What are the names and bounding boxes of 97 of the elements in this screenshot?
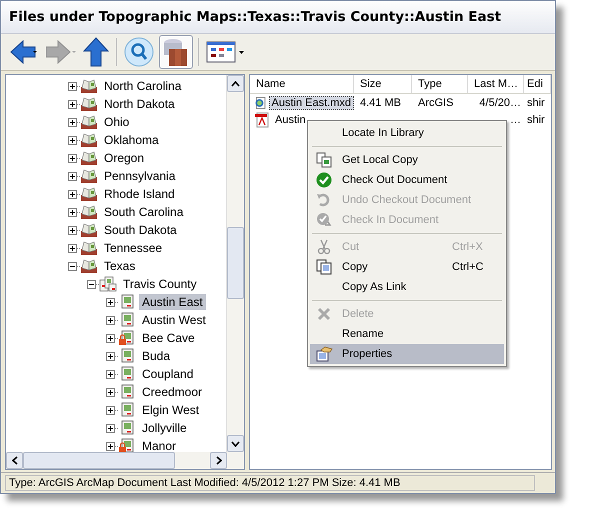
expander-box[interactable]: [68, 136, 77, 144]
delete-icon: [316, 306, 332, 322]
map-book-icon: [80, 150, 98, 166]
expander-box[interactable]: [68, 100, 77, 108]
expander-box[interactable]: [106, 388, 115, 396]
tree-item[interactable]: Austin West: [139, 312, 209, 328]
expander-box[interactable]: [106, 298, 115, 306]
tree-item[interactable]: Jollyville: [139, 420, 190, 436]
column-header[interactable]: Last M…: [468, 75, 524, 93]
file-name[interactable]: Austin: [272, 112, 309, 126]
scroll-thumb[interactable]: [227, 227, 244, 299]
scroll-down-button[interactable]: [227, 435, 244, 452]
scissors-icon: [316, 239, 332, 255]
table-cell: 4/5/20…: [479, 96, 521, 108]
table-cell: shir: [527, 114, 545, 126]
tree-item[interactable]: Buda: [139, 348, 174, 364]
expander-box[interactable]: [68, 82, 77, 90]
window-title: Files under Topographic Maps::Texas::Travis County::Austin East: [9, 9, 502, 25]
menu-item[interactable]: Rename: [310, 324, 504, 344]
status-text: Type: ArcGIS ArcMap Document Last Modified: 4/5/2012 1:27 PM Size: 4.41 MB: [5, 475, 535, 491]
tree-item[interactable]: Travis County: [120, 276, 200, 292]
copy-icon: [316, 259, 332, 275]
expander-box[interactable]: [68, 190, 77, 198]
expander-box[interactable]: [68, 226, 77, 234]
scroll-right-button[interactable]: [210, 452, 227, 469]
expander-box[interactable]: [68, 172, 77, 180]
tree-item[interactable]: Texas: [101, 258, 138, 274]
menu-item[interactable]: Copy As Link: [310, 277, 504, 297]
vertical-scrollbar[interactable]: [226, 75, 244, 452]
expander-box[interactable]: [68, 208, 77, 216]
tree-item[interactable]: Ohio: [101, 114, 132, 130]
map-book-icon: [80, 186, 98, 202]
tree-item[interactable]: Tennessee: [101, 240, 166, 256]
map-book-icon: [80, 132, 98, 148]
map-document-icon: [254, 94, 267, 110]
expander-box[interactable]: [68, 118, 77, 126]
expander-box[interactable]: [68, 154, 77, 162]
menu-item[interactable]: Get Local Copy: [310, 150, 504, 170]
search-button[interactable]: [122, 35, 156, 69]
table-cell: 4.41 MB: [360, 96, 401, 108]
tree-item[interactable]: Rhode Island: [101, 186, 178, 202]
map-book-icon: [80, 204, 98, 220]
tree-item[interactable]: North Carolina: [101, 78, 184, 94]
tree-item[interactable]: Oklahoma: [101, 132, 162, 148]
copy-document-icon: [316, 152, 332, 168]
expander-box[interactable]: [68, 244, 77, 252]
tree-item[interactable]: South Dakota: [101, 222, 180, 238]
table-cell: ArcGIS: [418, 96, 454, 108]
tree-item[interactable]: Creedmoor: [139, 384, 206, 400]
horizontal-scrollbar[interactable]: [6, 452, 244, 469]
map-book-icon: [80, 168, 98, 184]
column-header[interactable]: Edi: [524, 75, 551, 93]
tree-item[interactable]: Elgin West: [139, 402, 202, 418]
menu-item[interactable]: Properties: [310, 344, 504, 364]
scroll-up-button[interactable]: [227, 75, 244, 92]
scroll-thumb[interactable]: [23, 452, 175, 469]
table-cell: shir: [527, 96, 545, 108]
expander-box[interactable]: [106, 424, 115, 432]
menu-item[interactable]: Check Out Document: [310, 170, 504, 190]
expander-box[interactable]: [87, 280, 96, 288]
tree-item[interactable]: Austin East: [139, 294, 206, 310]
tree-item[interactable]: South Carolina: [101, 204, 186, 220]
expander-box[interactable]: [106, 352, 115, 360]
map-folder-icon: [99, 276, 117, 292]
expander-box[interactable]: [106, 316, 115, 324]
properties-icon: [315, 346, 333, 362]
pdf-icon: [254, 112, 270, 128]
menu-item[interactable]: Copy Ctrl+C: [310, 257, 504, 277]
expander-box[interactable]: [106, 370, 115, 378]
map-book-icon: [80, 222, 98, 238]
up-button[interactable]: [81, 35, 111, 69]
library-button[interactable]: [159, 35, 193, 69]
tree-item[interactable]: Pennsylvania: [101, 168, 178, 184]
column-header[interactable]: Type: [412, 75, 468, 93]
expander-box[interactable]: [106, 334, 115, 342]
tree-item[interactable]: Oregon: [101, 150, 148, 166]
map-book-icon: [80, 78, 98, 94]
column-header[interactable]: Name: [250, 75, 354, 93]
tree-item[interactable]: Bee Cave: [139, 330, 198, 346]
check-icon: [316, 172, 332, 188]
column-header[interactable]: Size: [354, 75, 412, 93]
tree-item[interactable]: Coupland: [139, 366, 196, 382]
file-name[interactable]: Austin East.mxd: [268, 96, 354, 110]
check-in-icon: [316, 212, 332, 228]
menu-item[interactable]: Locate In Library: [310, 123, 504, 143]
scroll-left-button[interactable]: [6, 452, 23, 469]
map-book-icon: [80, 240, 98, 256]
expander-box[interactable]: [106, 442, 115, 450]
map-book-icon: [80, 258, 98, 274]
tree-item[interactable]: North Dakota: [101, 96, 178, 112]
map-book-icon: [80, 96, 98, 112]
expander-box[interactable]: [68, 262, 77, 270]
expander-box[interactable]: [106, 406, 115, 414]
map-book-icon: [80, 114, 98, 130]
table-cell: …: [510, 114, 521, 126]
undo-icon: [316, 192, 332, 208]
tree-item[interactable]: Manor: [139, 438, 180, 452]
